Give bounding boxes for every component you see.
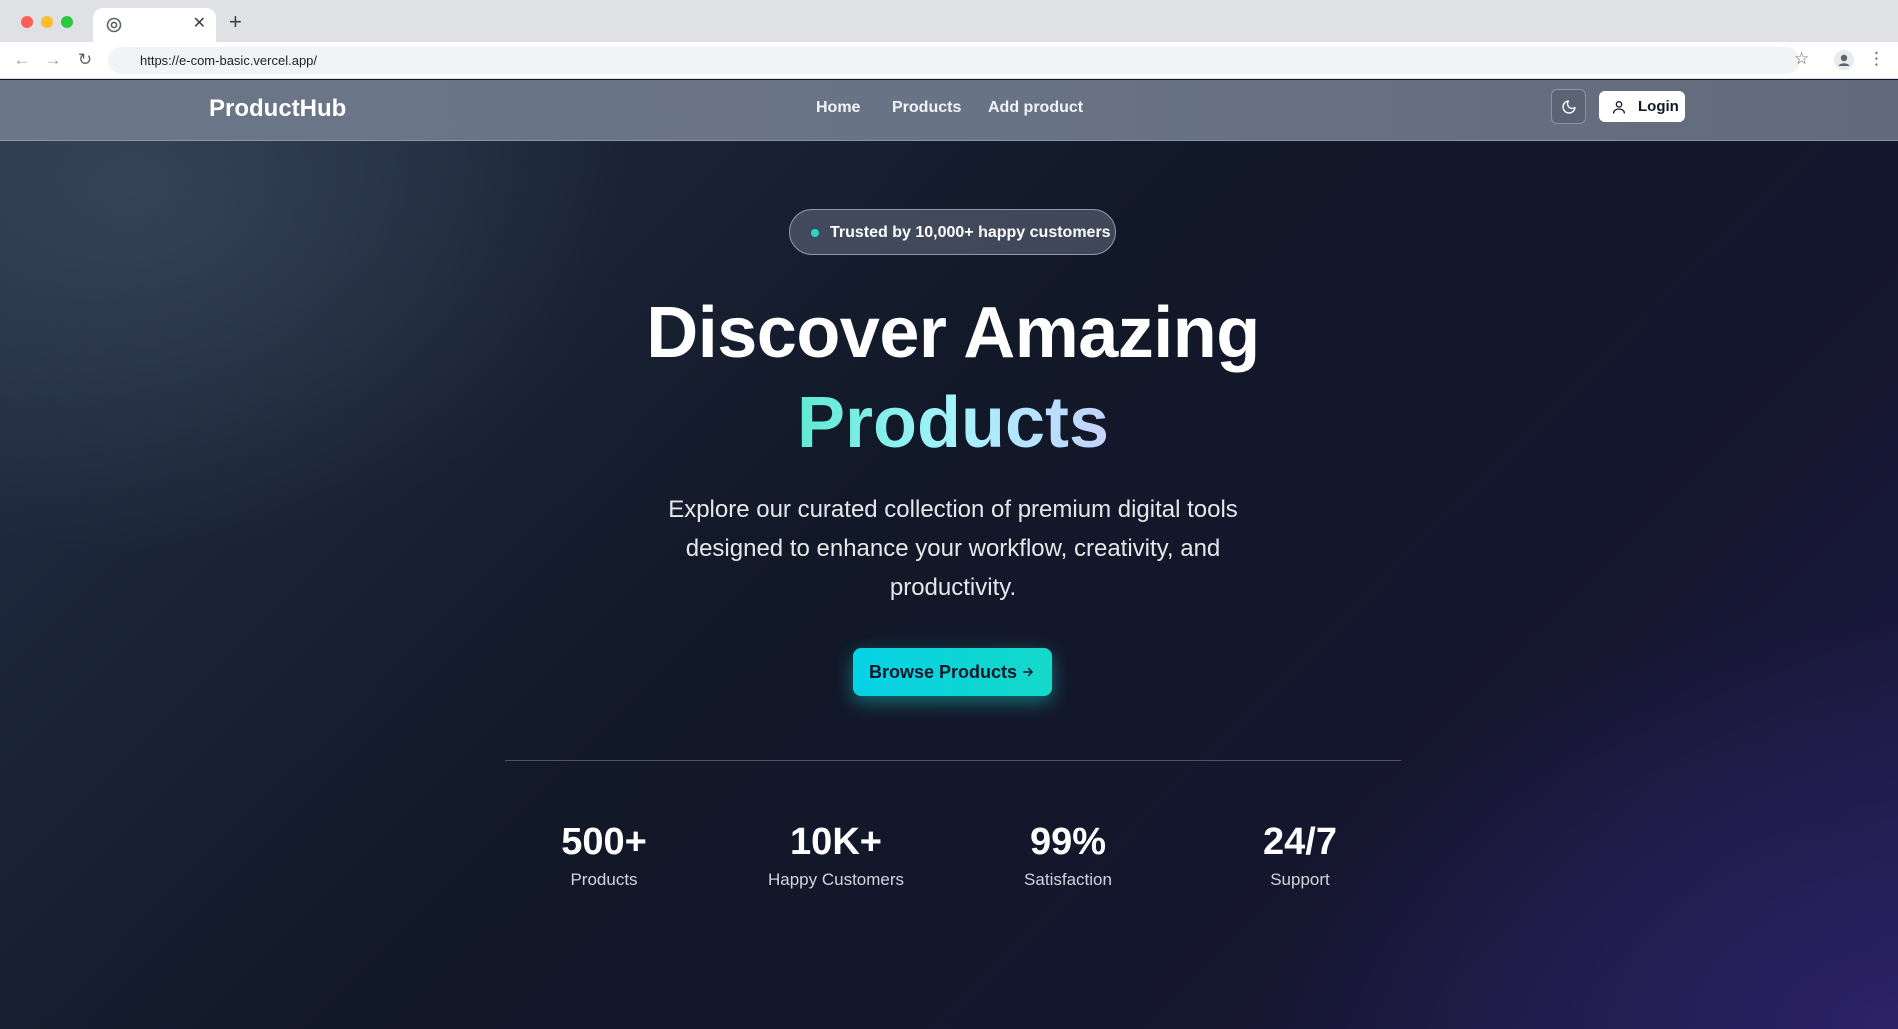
hero-title-gradient-text: Products (796, 383, 1110, 463)
reload-icon[interactable]: ↻ (75, 50, 95, 70)
stat-label: Happy Customers (767, 870, 905, 889)
user-icon (1613, 101, 1625, 114)
section-divider (505, 760, 1401, 761)
browser-tab[interactable]: ✕ (93, 8, 216, 42)
arrow-right-icon (1023, 667, 1033, 677)
profile-icon[interactable] (1834, 50, 1854, 70)
trust-badge: Trusted by 10,000+ happy customers (789, 209, 1116, 255)
login-button[interactable]: Login (1599, 91, 1685, 122)
trust-badge-text: Trusted by 10,000+ happy customers (830, 224, 1111, 241)
brand-logo[interactable]: ProductHub (209, 95, 346, 123)
status-dot (811, 229, 819, 237)
browse-products-button[interactable]: Browse Products (853, 648, 1052, 696)
chrome-favicon (106, 17, 122, 33)
stat-label: Support (1270, 870, 1330, 889)
window-maximize-button[interactable] (61, 16, 73, 28)
login-label: Login (1638, 98, 1679, 115)
stat-products: 500+ Products (504, 820, 704, 891)
back-icon[interactable]: ← (12, 50, 32, 70)
nav-link-home[interactable]: Home (816, 98, 860, 118)
forward-icon[interactable]: → (43, 50, 63, 70)
page-viewport: ProductHub Home Products Add product Log… (0, 80, 1898, 1029)
stat-value: 10K+ (790, 821, 882, 863)
browse-products-label: Browse Products (869, 662, 1018, 682)
address-bar[interactable]: https://e-com-basic.vercel.app/ (108, 47, 1800, 74)
browser-toolbar: ← → ↻ https://e-com-basic.vercel.app/ ☆ … (0, 42, 1898, 79)
stat-value: 99% (1029, 821, 1107, 863)
nav-link-products[interactable]: Products (892, 98, 961, 118)
hero-subtitle: Explore our curated collection of premiu… (668, 496, 1238, 601)
window-close-button[interactable] (21, 16, 33, 28)
stat-label: Satisfaction (1024, 870, 1112, 889)
stat-happy-customers: 10K+ Happy Customers (736, 820, 936, 891)
stat-label: Products (570, 870, 638, 889)
stat-satisfaction: 99% Satisfaction (968, 820, 1168, 891)
nav-link-add-product[interactable]: Add product (988, 98, 1083, 118)
stat-support: 24/7 Support (1200, 820, 1400, 891)
stat-value: 500+ (561, 821, 647, 863)
hero-title-highlight: Products (0, 382, 1898, 464)
close-icon[interactable]: ✕ (193, 15, 206, 33)
moon-icon (1562, 100, 1576, 114)
star-icon[interactable]: ☆ (1794, 49, 1809, 69)
browser-tab-strip: ✕ + (0, 0, 1898, 42)
kebab-menu-icon[interactable]: ⋮ (1868, 48, 1885, 70)
window-minimize-button[interactable] (41, 16, 53, 28)
site-navbar: ProductHub Home Products Add product Log… (0, 80, 1898, 141)
new-tab-icon[interactable]: + (229, 11, 242, 33)
hero-title: Discover Amazing (646, 293, 1260, 373)
stat-value: 24/7 (1263, 821, 1337, 863)
url-text[interactable]: https://e-com-basic.vercel.app/ (140, 53, 317, 68)
theme-toggle-button[interactable] (1551, 89, 1586, 124)
